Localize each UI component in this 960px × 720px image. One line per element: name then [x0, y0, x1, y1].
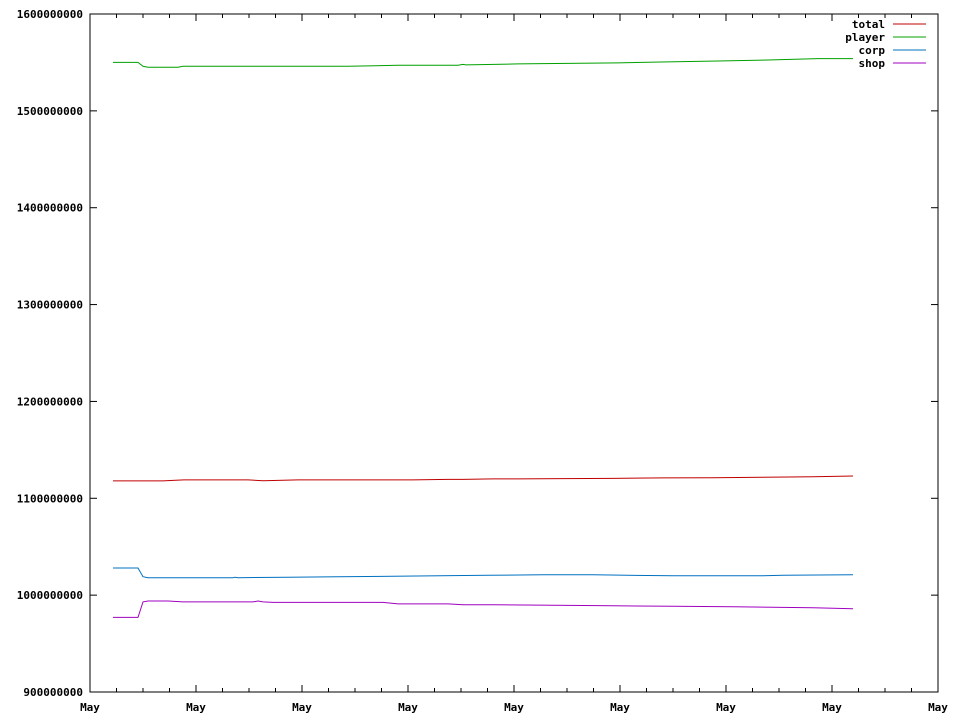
x-tick-label: May: [398, 701, 418, 714]
y-tick-label: 900000000: [23, 686, 83, 699]
series-lines: [113, 58, 854, 618]
y-tick-label: 1100000000: [17, 492, 83, 505]
line-chart: 900000000 1000000000 1100000000 1200000000 1…: [17, 8, 949, 714]
series-line-total: [113, 475, 854, 482]
legend-label-corp: corp: [859, 44, 886, 57]
plot-frame: [89, 13, 939, 693]
x-tick-label: May: [186, 701, 206, 714]
x-axis: May May May May May May May May May: [80, 14, 948, 714]
x-tick-label: May: [292, 701, 312, 714]
y-tick-label: 1600000000: [17, 8, 83, 21]
series-line-corp: [113, 567, 854, 579]
x-tick-label: May: [822, 701, 842, 714]
x-tick-label: May: [504, 701, 524, 714]
series-line-shop: [113, 600, 854, 618]
series-line-player: [113, 58, 853, 68]
y-tick-label: 1000000000: [17, 589, 83, 602]
y-tick-label: 1200000000: [17, 395, 83, 408]
y-axis: 900000000 1000000000 1100000000 1200000000 1…: [17, 8, 938, 699]
x-tick-label: May: [610, 701, 630, 714]
x-tick-label: May: [80, 701, 100, 714]
legend: totalplayercorpshop: [845, 18, 926, 70]
y-tick-label: 1500000000: [17, 105, 83, 118]
legend-label-player: player: [845, 31, 885, 44]
legend-label-shop: shop: [859, 57, 886, 70]
y-tick-label: 1300000000: [17, 299, 83, 312]
legend-label-total: total: [852, 18, 885, 31]
x-tick-label: May: [716, 701, 736, 714]
x-tick-label: May: [928, 701, 948, 714]
y-tick-label: 1400000000: [17, 202, 83, 215]
